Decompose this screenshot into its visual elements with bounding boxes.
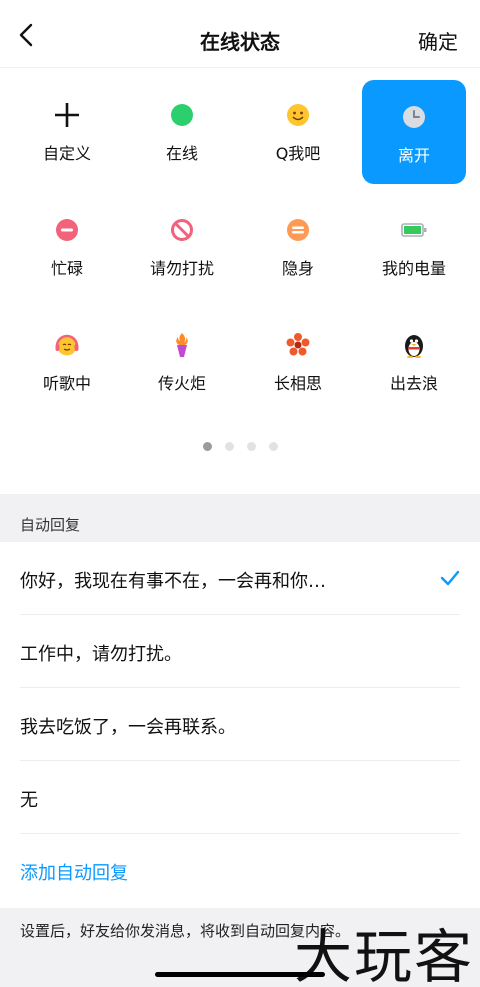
auto-reply-text: 无	[20, 790, 38, 811]
status-label: 长相思	[273, 374, 322, 393]
status-label: 听歌中	[42, 374, 91, 393]
auto-reply-text: 你好，我现在有事不在，一会再和你…	[20, 571, 326, 592]
status-q-me[interactable]: Q我吧	[246, 78, 350, 182]
status-custom[interactable]: 自定义	[15, 78, 119, 182]
status-go-out[interactable]: 出去浪	[362, 308, 466, 412]
checkmark-icon	[440, 570, 460, 586]
nav-bar: 在线状态 确定	[0, 0, 480, 68]
auto-reply-section-header: 自动回复	[0, 494, 480, 542]
smile-face-icon	[285, 102, 311, 128]
status-listening-music[interactable]: 听歌中	[15, 308, 119, 412]
flower-icon	[285, 332, 311, 358]
auto-reply-list: 你好，我现在有事不在，一会再和你… 工作中，请勿打扰。 我去吃饭了，一会再联系。…	[0, 542, 480, 907]
page-dot[interactable]	[246, 442, 256, 451]
status-label: 隐身	[281, 259, 314, 278]
add-auto-reply-button[interactable]: 添加自动回复	[20, 834, 460, 907]
status-label: Q我吧	[275, 144, 321, 163]
green-dot-icon	[169, 102, 195, 128]
status-label: 在线	[165, 144, 198, 163]
auto-reply-text: 我去吃饭了，一会再联系。	[20, 717, 236, 738]
status-label: 自定义	[42, 144, 91, 163]
status-label: 离开	[397, 146, 430, 165]
page-title: 在线状态	[200, 30, 280, 54]
clock-icon	[401, 104, 427, 130]
status-label: 传火炬	[157, 374, 206, 393]
penguin-icon	[401, 332, 427, 358]
invisible-icon	[285, 217, 311, 243]
no-disturb-icon	[169, 217, 195, 243]
plus-icon	[54, 102, 80, 128]
auto-reply-text: 工作中，请勿打扰。	[20, 644, 182, 665]
auto-reply-option[interactable]: 工作中，请勿打扰。	[20, 615, 460, 688]
page-dot[interactable]	[268, 442, 278, 451]
torch-icon	[169, 332, 195, 358]
status-label: 出去浪	[389, 374, 438, 393]
page-dot-active[interactable]	[202, 442, 212, 451]
status-online[interactable]: 在线	[130, 78, 234, 182]
status-invisible[interactable]: 隐身	[246, 193, 350, 297]
busy-icon	[54, 217, 80, 243]
confirm-button[interactable]: 确定	[418, 26, 458, 55]
status-do-not-disturb[interactable]: 请勿打扰	[130, 193, 234, 297]
auto-reply-option[interactable]: 我去吃饭了，一会再联系。	[20, 688, 460, 761]
status-label: 我的电量	[381, 259, 446, 278]
page-dot[interactable]	[224, 442, 234, 451]
auto-reply-option[interactable]: 无	[20, 761, 460, 834]
headphones-face-icon	[54, 332, 80, 358]
status-my-battery[interactable]: 我的电量	[362, 193, 466, 297]
footer: 设置后，好友给你发消息，将收到自动回复内容。 大玩客	[0, 908, 480, 987]
status-away[interactable]: 离开	[362, 80, 466, 184]
status-label: 忙碌	[50, 259, 83, 278]
add-auto-reply-label: 添加自动回复	[20, 863, 128, 884]
battery-icon	[401, 217, 427, 243]
home-indicator	[155, 972, 325, 977]
status-busy[interactable]: 忙碌	[15, 193, 119, 297]
status-label: 请勿打扰	[149, 259, 214, 278]
page-indicator[interactable]	[0, 442, 480, 451]
auto-reply-option[interactable]: 你好，我现在有事不在，一会再和你…	[20, 542, 460, 615]
status-longing[interactable]: 长相思	[246, 308, 350, 412]
status-pass-torch[interactable]: 传火炬	[130, 308, 234, 412]
section-title: 自动回复	[20, 516, 81, 534]
